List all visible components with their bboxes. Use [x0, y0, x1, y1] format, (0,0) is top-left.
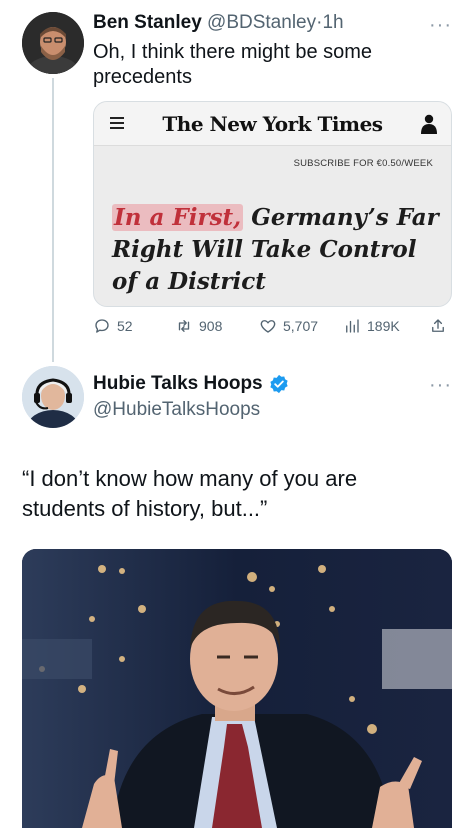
tweet2-header: Hubie Talks Hoops — [93, 373, 289, 395]
reply-button[interactable]: 52 — [93, 317, 133, 335]
tweet1-author-name[interactable]: Ben Stanley — [93, 12, 202, 33]
nyt-logo: The New York Times — [162, 112, 383, 136]
tweet2-more-icon[interactable]: ··· — [429, 375, 452, 395]
analytics-icon — [346, 319, 359, 333]
tweet2-author-name[interactable]: Hubie Talks Hoops — [93, 373, 263, 395]
tweet1-action-bar: 52 908 5,707 189K — [93, 317, 453, 339]
article-headline: In a First, Germany’s Far Right Will Tak… — [112, 202, 442, 298]
nyt-header-bar: The New York Times — [94, 102, 451, 146]
retweet-count: 908 — [199, 318, 223, 334]
account-icon — [421, 114, 437, 134]
like-button[interactable]: 5,707 — [259, 317, 318, 335]
view-count: 189K — [367, 318, 400, 334]
tweet2-author-handle[interactable]: @HubieTalksHoops — [93, 399, 260, 421]
verified-badge-icon — [269, 374, 288, 394]
like-count: 5,707 — [283, 318, 319, 334]
tweet2-text: “I don’t know how many of you are studen… — [22, 466, 358, 521]
avatar-image — [22, 366, 84, 428]
tweet1-author-handle[interactable]: @BDStanley — [207, 12, 316, 33]
avatar-ben-stanley[interactable] — [22, 12, 84, 74]
reply-icon — [95, 319, 109, 333]
tweet1-header: Ben Stanley @BDStanley·1h — [93, 12, 344, 34]
heart-icon — [260, 320, 276, 333]
tweet2-attached-photo[interactable] — [22, 549, 452, 828]
photo-man-pointing — [22, 549, 452, 828]
thread-connector-line — [52, 78, 54, 362]
subscribe-offer: SUBSCRIBE FOR €0.50/WEEK — [293, 158, 433, 169]
tweet1-text: Oh, I think there might be some preceden… — [93, 41, 373, 88]
retweet-icon — [178, 320, 190, 332]
avatar-image — [22, 12, 84, 74]
share-icon — [432, 319, 444, 332]
reply-count: 52 — [117, 318, 133, 334]
share-button[interactable] — [429, 317, 447, 335]
tweet1-more-icon[interactable]: ··· — [429, 15, 452, 35]
views-button[interactable]: 189K — [343, 317, 400, 335]
tweet1-timestamp[interactable]: 1h — [322, 12, 343, 33]
retweet-button[interactable]: 908 — [175, 317, 222, 335]
headline-highlight: In a First, — [112, 204, 244, 231]
avatar-hubie-talks-hoops[interactable] — [22, 366, 84, 428]
tweet1-attached-image[interactable]: The New York Times SUBSCRIBE FOR €0.50/W… — [93, 101, 452, 307]
